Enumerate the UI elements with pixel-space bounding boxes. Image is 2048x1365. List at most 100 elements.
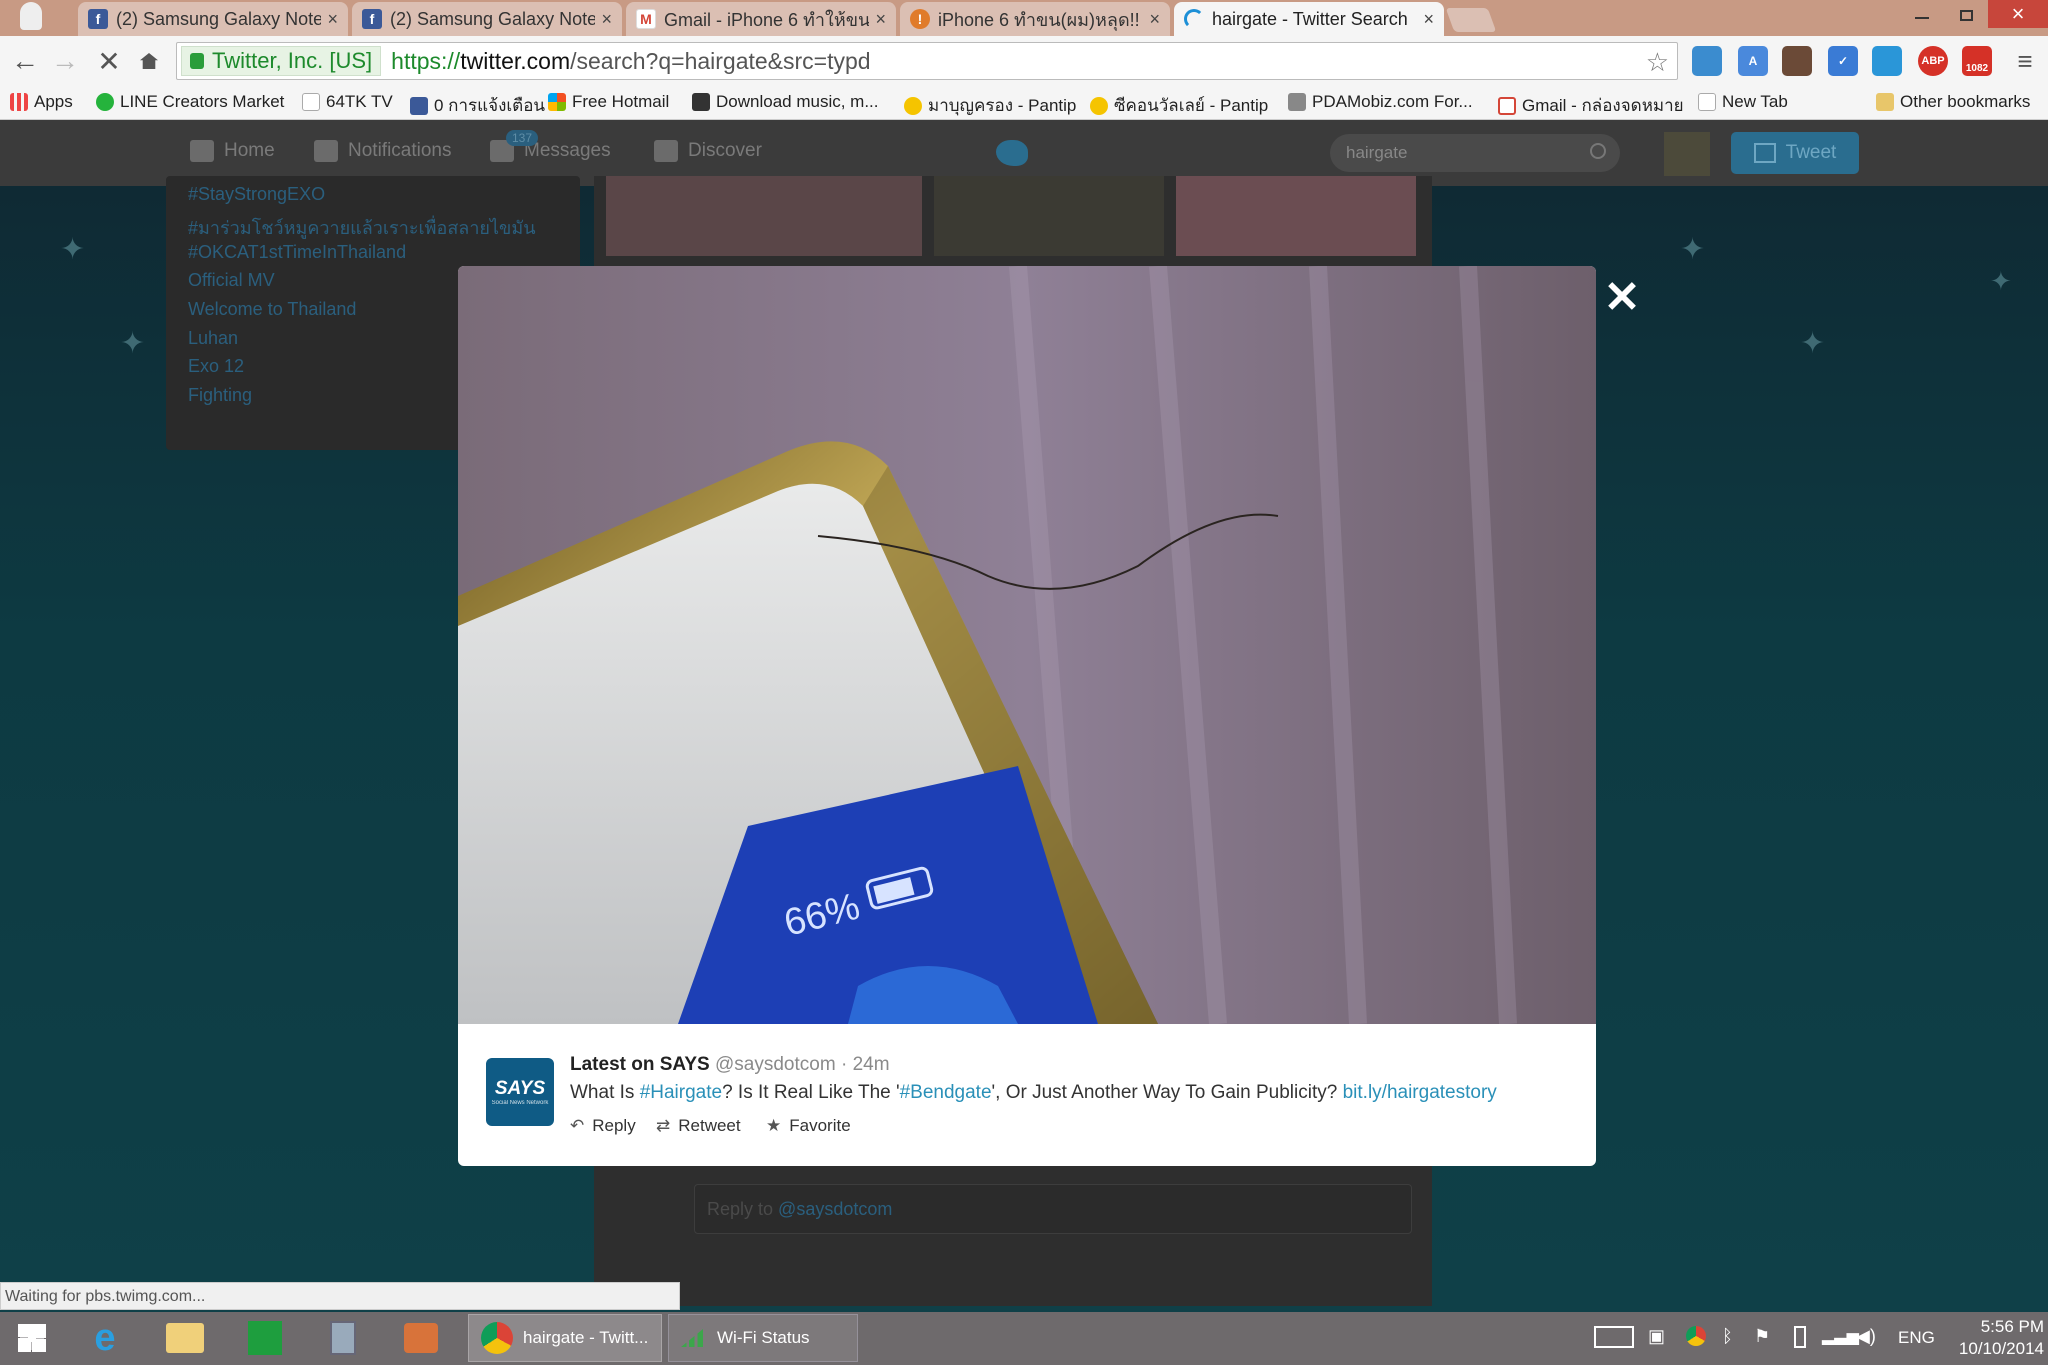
bookmark-star-icon[interactable]: ☆ xyxy=(1646,47,1669,78)
gmail-notifier-icon[interactable]: 1082 xyxy=(1962,46,1992,76)
favorite-action[interactable]: ★ Favorite xyxy=(766,1116,851,1136)
says-avatar[interactable]: SAYS Social News Network xyxy=(486,1058,554,1126)
tab-3[interactable]: M Gmail - iPhone 6 ทำให้ขนะ × xyxy=(626,2,896,36)
chrome-profile-icon[interactable] xyxy=(20,2,42,30)
network-tray-icon[interactable]: ▣ xyxy=(1648,1326,1665,1347)
forward-button[interactable]: → xyxy=(48,44,82,78)
close-modal-button[interactable]: ✕ xyxy=(1602,276,1642,320)
tweet-button[interactable]: Tweet xyxy=(1731,132,1859,174)
author-name[interactable]: Latest on SAYS xyxy=(570,1054,710,1075)
bookmark-hotmail[interactable]: Free Hotmail xyxy=(548,92,669,112)
other-bookmarks[interactable]: Other bookmarks xyxy=(1876,92,2030,112)
checkmark-extension-icon[interactable]: ✓ xyxy=(1828,46,1858,76)
bookmark-pantip-1[interactable]: มาบุญครอง - Pantip xyxy=(904,92,1076,119)
minimize-button[interactable] xyxy=(1900,0,1944,30)
url-link[interactable]: bit.ly/hairgatestory xyxy=(1343,1082,1497,1103)
bluetooth-icon[interactable]: ᛒ xyxy=(1722,1326,1733,1347)
close-tab-icon[interactable]: × xyxy=(327,9,338,30)
menu-icon[interactable]: ≡ xyxy=(2010,46,2040,76)
reply-action[interactable]: ↶ Reply xyxy=(570,1116,636,1136)
search-input[interactable]: hairgate xyxy=(1330,134,1620,172)
media-thumbnail[interactable] xyxy=(606,176,922,256)
instagram-icon[interactable] xyxy=(1782,46,1812,76)
ev-certificate-badge[interactable]: Twitter, Inc. [US] xyxy=(181,46,382,76)
calculator-icon[interactable] xyxy=(318,1314,368,1362)
trend-item[interactable]: Exo 12 xyxy=(188,356,244,377)
tab-4[interactable]: ! iPhone 6 ทำขน(ผม)หลุด!! | × xyxy=(900,2,1170,36)
close-window-button[interactable]: × xyxy=(1988,0,2048,28)
map-extension-icon[interactable] xyxy=(1692,46,1722,76)
chrome-tray-icon[interactable] xyxy=(1686,1326,1706,1346)
tweet-photo[interactable]: 66% xyxy=(458,266,1596,1024)
close-tab-icon[interactable]: × xyxy=(601,9,612,30)
trend-item[interactable]: Welcome to Thailand xyxy=(188,299,356,320)
translate-icon[interactable]: A xyxy=(1738,46,1768,76)
close-tab-icon[interactable]: × xyxy=(1423,9,1434,30)
address-bar[interactable]: Twitter, Inc. [US] https://twitter.com/s… xyxy=(176,42,1678,80)
trend-item[interactable]: #StayStrongEXO xyxy=(188,184,325,205)
start-button[interactable] xyxy=(8,1314,56,1362)
nav-messages[interactable]: Messages 137 xyxy=(490,130,611,162)
system-clock[interactable]: 5:56 PM 10/10/2014 xyxy=(1940,1316,2044,1360)
file-explorer-icon[interactable] xyxy=(160,1314,210,1362)
bookmark-apps[interactable]: Apps xyxy=(10,92,73,112)
media-thumbnail[interactable] xyxy=(1176,176,1416,256)
tab-active-twitter[interactable]: hairgate - Twitter Search × xyxy=(1174,2,1444,36)
bookmark-gmail[interactable]: Gmail - กล่องจดหมาย xyxy=(1498,92,1684,119)
bookmark-newtab[interactable]: New Tab xyxy=(1698,92,1788,112)
twitter-bird-logo[interactable] xyxy=(996,140,1028,166)
keyboard-icon[interactable] xyxy=(1594,1326,1634,1348)
url-text[interactable]: https://twitter.com/search?q=hairgate&sr… xyxy=(391,48,870,75)
close-tab-icon[interactable]: × xyxy=(1149,9,1160,30)
hashtag-link[interactable]: #Bendgate xyxy=(900,1082,992,1103)
battery-tray-icon[interactable] xyxy=(1794,1326,1806,1348)
tweet-timestamp[interactable]: · 24m xyxy=(841,1054,890,1075)
bookmark-pdamobiz[interactable]: PDAMobiz.com For... xyxy=(1288,92,1473,112)
media-app-icon[interactable] xyxy=(396,1314,446,1362)
action-center-flag-icon[interactable]: ⚑ xyxy=(1754,1326,1770,1347)
media-thumbnail[interactable] xyxy=(934,176,1164,256)
internet-explorer-icon[interactable]: e xyxy=(80,1314,130,1362)
retweet-action[interactable]: ⇄ Retweet xyxy=(656,1116,741,1136)
trend-item[interactable]: Fighting xyxy=(188,385,252,406)
author-handle[interactable]: @saysdotcom xyxy=(715,1054,836,1075)
profile-avatar[interactable] xyxy=(1664,132,1710,176)
signal-tray-icon[interactable]: ▂▃▅ xyxy=(1822,1326,1859,1346)
volume-icon[interactable]: ◀) xyxy=(1856,1326,1876,1347)
bookmark-pantip-2[interactable]: ซีคอนวัลเลย์ - Pantip xyxy=(1090,92,1268,119)
back-button[interactable]: ← xyxy=(8,44,42,78)
nav-home[interactable]: Home xyxy=(190,140,275,162)
close-icon: × xyxy=(2011,1,2025,26)
trend-item[interactable]: Luhan xyxy=(188,328,238,349)
tweet-author[interactable]: Latest on SAYS @saysdotcom · 24m xyxy=(570,1054,890,1076)
sparkle-decoration: ✦ xyxy=(1800,327,1826,360)
hashtag-link[interactable]: #Hairgate xyxy=(640,1082,722,1103)
trend-item[interactable]: Official MV xyxy=(188,270,275,291)
language-indicator[interactable]: ENG xyxy=(1898,1328,1935,1348)
bookmark-label: Download music, m... xyxy=(716,92,879,111)
restore-button[interactable] xyxy=(1944,0,1988,30)
stop-button[interactable]: ✕ xyxy=(92,44,126,78)
bookmark-64tk[interactable]: 64TK TV xyxy=(302,92,393,112)
close-tab-icon[interactable]: × xyxy=(875,9,886,30)
store-icon[interactable] xyxy=(240,1314,290,1362)
tab-2[interactable]: f (2) Samsung Galaxy Note4 × xyxy=(352,2,622,36)
bookmark-download[interactable]: Download music, m... xyxy=(692,92,879,112)
twitter-extension-icon[interactable] xyxy=(1872,46,1902,76)
bookmark-label: LINE Creators Market xyxy=(120,92,285,111)
status-bubble: Waiting for pbs.twimg.com... xyxy=(0,1282,680,1310)
adblock-icon[interactable]: ABP xyxy=(1918,46,1948,76)
bookmark-facebook[interactable]: 0 การแจ้งเตือน xyxy=(410,92,545,119)
trend-item[interactable]: #มาร่วมโชว์หมูควายแล้วเราะเพื่อสลายไขมัน xyxy=(188,213,536,242)
search-icon[interactable] xyxy=(1590,143,1606,159)
nav-notifications[interactable]: Notifications xyxy=(314,140,452,162)
taskbar-wifi-status[interactable]: Wi-Fi Status xyxy=(668,1314,858,1362)
reply-input[interactable]: Reply to @saysdotcom xyxy=(694,1184,1412,1234)
taskbar-chrome[interactable]: hairgate - Twitt... xyxy=(468,1314,662,1362)
new-tab-button[interactable] xyxy=(1445,8,1497,32)
nav-discover[interactable]: Discover xyxy=(654,140,762,162)
trend-item[interactable]: #OKCAT1stTimeInThailand xyxy=(188,242,406,263)
bookmark-line[interactable]: LINE Creators Market xyxy=(96,92,284,112)
tab-1[interactable]: f (2) Samsung Galaxy Note4 × xyxy=(78,2,348,36)
home-button[interactable] xyxy=(132,44,166,78)
